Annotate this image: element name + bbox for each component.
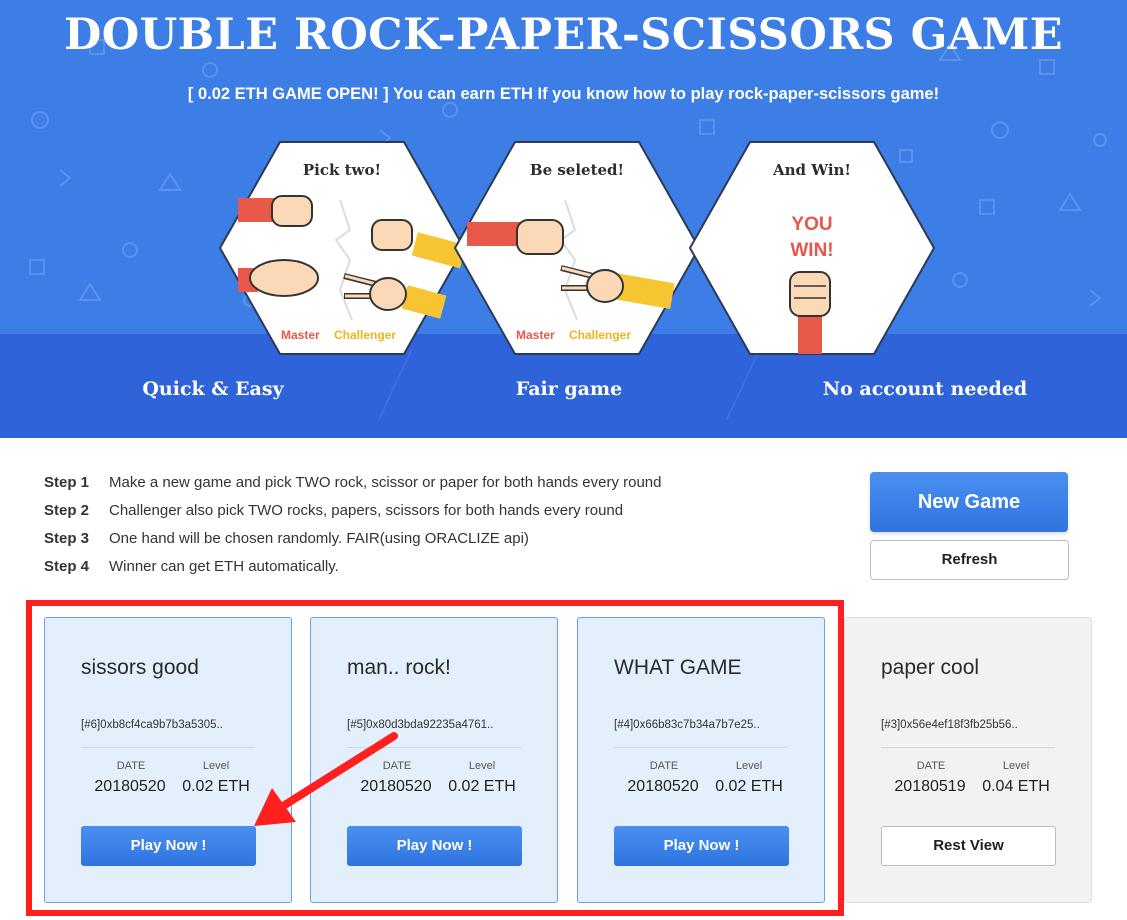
page-subtitle: [ 0.02 ETH GAME OPEN! ] You can earn ETH… [187, 85, 940, 103]
panel-title: Be seleted! [529, 161, 625, 179]
step-item: Step 2 Challenger also pick TWO rocks, pa… [44, 501, 661, 529]
game-level: 0.04 ETH [982, 778, 1050, 795]
date-label: DATE [916, 760, 946, 772]
hex-panel-be-selected: Be seleted! Master Challenger [453, 140, 701, 356]
game-title: paper cool [881, 656, 980, 679]
feature-quick-easy: Quick & Easy [142, 378, 284, 400]
step-label: Step 2 [44, 502, 90, 519]
highlight-frame [26, 600, 844, 916]
refresh-button[interactable]: Refresh [870, 540, 1069, 580]
challenger-label: Challenger [569, 328, 632, 342]
game-address: [#3]0x56e4ef18f3fb25b56.. [881, 719, 1018, 731]
step-item: Step 1 Make a new game and pick TWO rock,… [44, 473, 661, 501]
step-item: Step 3 One hand will be chosen randomly. … [44, 529, 661, 557]
hex-panel-and-win: And Win! YOU WIN! [688, 140, 936, 356]
step-item: Step 4 Winner can get ETH automatically. [44, 557, 661, 585]
win-line-1: YOU [791, 214, 833, 235]
hex-panel-pick-two: Pick two! Master Challenger [218, 140, 466, 356]
game-card: paper cool [#3]0x56e4ef18f3fb25b56.. DAT… [844, 617, 1092, 903]
feature-no-account: No account needed [822, 378, 1028, 400]
hero-banner: DOUBLE ROCK-PAPER-SCISSORS GAME [ 0.02 E… [0, 0, 1127, 438]
step-text: One hand will be chosen randomly. FAIR(u… [109, 530, 529, 547]
panel-title: And Win! [772, 161, 852, 179]
divider [881, 747, 1055, 748]
feature-fair-game: Fair game [515, 378, 623, 400]
rest-view-button[interactable]: Rest View [881, 826, 1056, 866]
master-label: Master [281, 328, 320, 342]
win-line-2: WIN! [790, 240, 834, 261]
challenger-label: Challenger [334, 328, 397, 342]
step-label: Step 4 [44, 558, 90, 575]
step-text: Make a new game and pick TWO rock, sciss… [109, 474, 662, 491]
step-label: Step 3 [44, 530, 90, 547]
new-game-button[interactable]: New Game [870, 472, 1068, 532]
step-text: Challenger also pick TWO rocks, papers, … [109, 502, 624, 519]
page-title: DOUBLE ROCK-PAPER-SCISSORS GAME [63, 10, 1064, 60]
master-label: Master [516, 328, 555, 342]
step-text: Winner can get ETH automatically. [109, 558, 339, 575]
panel-title: Pick two! [302, 161, 382, 179]
level-label: Level [1002, 760, 1030, 772]
game-date: 20180519 [894, 778, 966, 795]
you-win-text: YOU WIN! [688, 212, 936, 264]
step-label: Step 1 [44, 474, 90, 491]
steps-list: Step 1 Make a new game and pick TWO rock,… [44, 473, 661, 585]
